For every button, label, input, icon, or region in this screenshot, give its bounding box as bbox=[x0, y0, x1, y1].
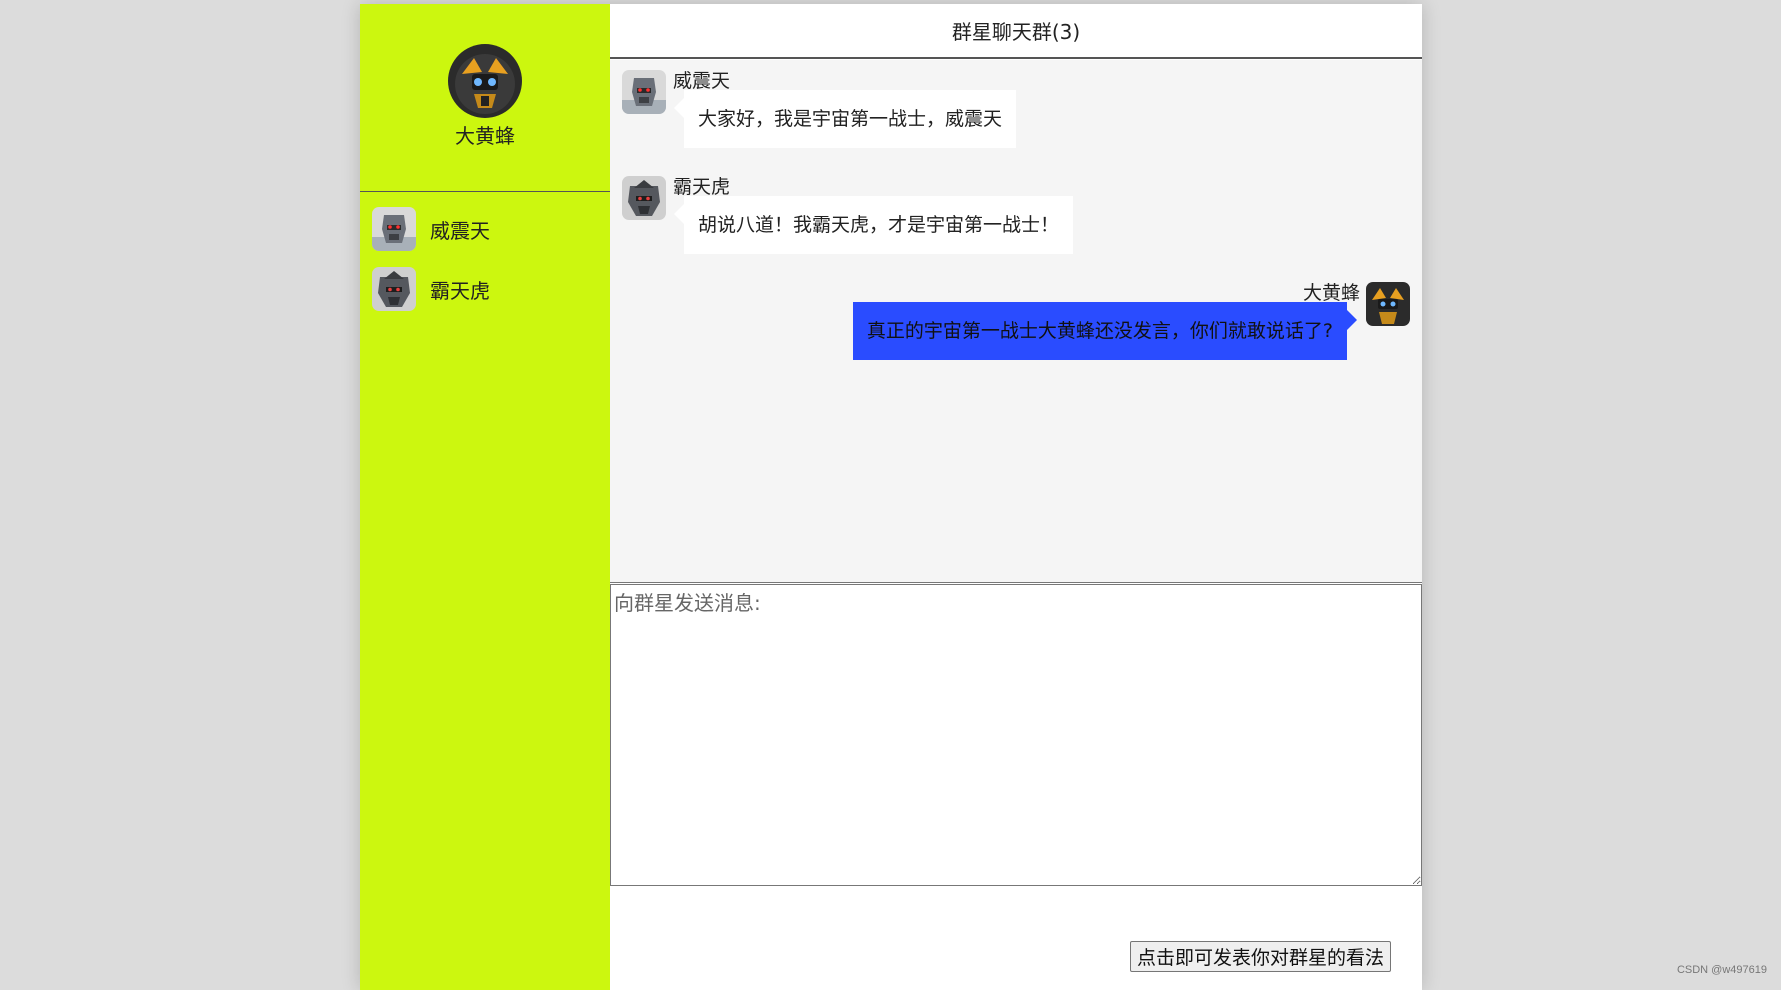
contact-name: 威震天 bbox=[430, 218, 490, 243]
current-user-name: 大黄蜂 bbox=[455, 124, 515, 148]
message-sender: 大黄蜂 bbox=[1302, 282, 1360, 304]
megatron-avatar bbox=[622, 70, 666, 114]
message-item-own: 大黄蜂 真正的宇宙第一战士大黄蜂还没发言，你们就敢说话了? bbox=[610, 272, 1422, 372]
message-sender: 威震天 bbox=[673, 70, 731, 92]
sidebar: 大黄蜂 威震天 霸天虎 bbox=[360, 4, 610, 990]
current-user-panel: 大黄蜂 bbox=[360, 4, 610, 192]
decepticon-avatar bbox=[622, 176, 666, 220]
watermark: CSDN @w497619 bbox=[1676, 964, 1767, 976]
decepticon-avatar bbox=[372, 267, 416, 311]
bumblebee-avatar bbox=[1366, 282, 1410, 326]
send-button[interactable]: 点击即可发表你对群星的看法 bbox=[1130, 941, 1392, 972]
chat-app: 大黄蜂 威震天 霸天虎 群星聊天群(3) 威震天 大家好，我是宇宙第一战士，威震… bbox=[360, 4, 1422, 990]
message-input[interactable] bbox=[610, 584, 1422, 886]
message-list[interactable]: 威震天 大家好，我是宇宙第一战士，威震天 霸天虎 胡说八道！我霸天虎，才是宇宙第… bbox=[610, 60, 1422, 583]
message-sender: 霸天虎 bbox=[673, 176, 731, 198]
message-bubble: 真正的宇宙第一战士大黄蜂还没发言，你们就敢说话了? bbox=[852, 302, 1358, 360]
contact-item-decepticon[interactable]: 霸天虎 bbox=[360, 266, 610, 312]
contact-name: 霸天虎 bbox=[430, 278, 490, 303]
message-bubble: 胡说八道！我霸天虎，才是宇宙第一战士！ bbox=[673, 196, 1074, 254]
chat-title: 群星聊天群(3) bbox=[610, 4, 1422, 59]
bumblebee-avatar bbox=[448, 44, 522, 118]
message-item: 威震天 大家好，我是宇宙第一战士，威震天 bbox=[610, 60, 1422, 160]
message-bubble: 大家好，我是宇宙第一战士，威震天 bbox=[673, 90, 1017, 148]
message-item: 霸天虎 胡说八道！我霸天虎，才是宇宙第一战士！ bbox=[610, 166, 1422, 266]
chat-panel: 群星聊天群(3) 威震天 大家好，我是宇宙第一战士，威震天 霸天虎 胡说八道！我… bbox=[610, 4, 1422, 990]
megatron-avatar bbox=[372, 207, 416, 251]
contact-item-megatron[interactable]: 威震天 bbox=[360, 206, 610, 252]
